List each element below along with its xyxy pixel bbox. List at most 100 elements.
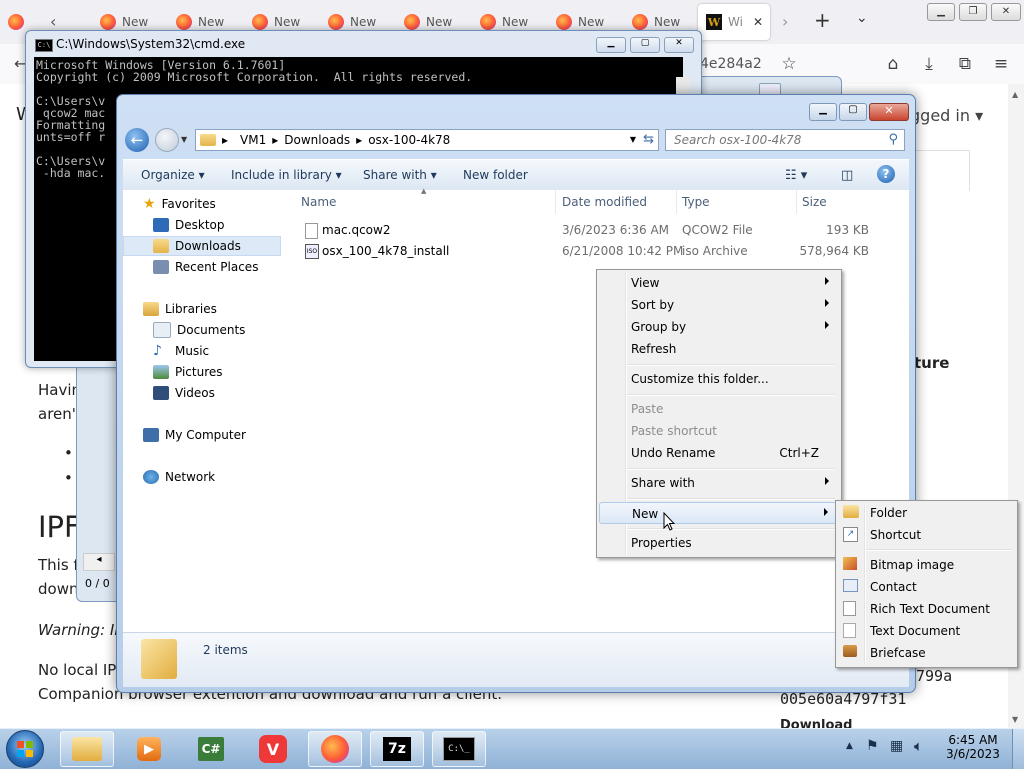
browser-minimize-button[interactable]: ▁ <box>927 3 955 21</box>
address-dropdown-icon[interactable]: ▼ <box>630 135 636 144</box>
taskbar-csharp[interactable]: C# <box>184 731 238 767</box>
taskbar-cmd[interactable]: C:\_ <box>432 731 486 767</box>
menu-item-group-by[interactable]: Group by <box>599 316 837 338</box>
forward-button[interactable] <box>155 128 179 152</box>
browser-restore-button[interactable]: ❐ <box>959 3 987 21</box>
column-separator[interactable] <box>676 190 677 214</box>
nav-pictures[interactable]: Pictures <box>123 362 281 382</box>
taskbar-media-player[interactable]: ▶ <box>122 731 176 767</box>
firefox-icon <box>480 14 496 30</box>
file-row[interactable]: ISO osx_100_4k78_install 6/21/2008 10:42… <box>283 241 909 261</box>
menu-item-refresh[interactable]: Refresh <box>599 338 837 360</box>
taskbar-vivaldi[interactable]: V <box>246 731 300 767</box>
submenu-item-rich-text[interactable]: Rich Text Document <box>838 598 1013 620</box>
tab-scroll-left-icon[interactable]: ‹ <box>50 12 56 31</box>
submenu-item-bitmap[interactable]: Bitmap image <box>838 554 1013 576</box>
cmd-maximize-button[interactable]: ▢ <box>630 37 660 53</box>
column-header-size[interactable]: Size <box>802 195 827 209</box>
submenu-item-shortcut[interactable]: ↗ Shortcut <box>838 524 1013 546</box>
explorer-minimize-button[interactable]: ▁ <box>809 103 837 121</box>
explorer-maximize-button[interactable]: ▢ <box>839 103 867 121</box>
scroll-left-icon[interactable]: ◂ <box>83 553 115 571</box>
bookmark-star-icon[interactable]: ☆ <box>778 54 800 74</box>
taskbar-7zip[interactable]: 7z <box>370 731 424 767</box>
file-icon <box>305 223 318 239</box>
column-header-name[interactable]: Name <box>301 195 336 209</box>
breadcrumb-current-folder[interactable]: osx-100-4k78 <box>362 133 456 147</box>
start-button[interactable] <box>6 730 44 768</box>
close-tab-icon[interactable]: ✕ <box>753 15 763 29</box>
cmd-close-button[interactable]: ✕ <box>664 37 694 53</box>
preview-pane-icon[interactable]: ◫ <box>841 168 853 183</box>
extensions-icon[interactable]: ⧉ <box>954 54 976 74</box>
nav-documents[interactable]: Documents <box>123 320 281 340</box>
nav-downloads[interactable]: Downloads <box>123 236 281 256</box>
firefox-icon <box>100 14 116 30</box>
menu-item-properties[interactable]: Properties <box>599 532 837 554</box>
browser-close-button[interactable]: ✕ <box>991 3 1021 21</box>
nav-videos[interactable]: Videos <box>123 383 281 403</box>
cmd-minimize-button[interactable]: ▁ <box>596 37 626 53</box>
submenu-arrow-icon <box>825 477 829 485</box>
recent-pages-chevron-icon[interactable]: ▼ <box>181 135 187 144</box>
context-menu: View Sort by Group by Refresh Customize … <box>596 269 842 558</box>
refresh-icon[interactable]: ⇆ <box>643 132 654 147</box>
column-header-date[interactable]: Date modified <box>562 195 647 209</box>
view-options-icon[interactable]: ☷ ▾ <box>785 168 807 183</box>
file-date: 6/21/2008 10:42 PM <box>562 244 684 258</box>
submenu-item-text-document[interactable]: Text Document <box>838 620 1013 642</box>
submenu-item-folder[interactable]: Folder <box>838 502 1013 524</box>
taskbar-explorer[interactable] <box>60 731 114 767</box>
submenu-item-briefcase[interactable]: Briefcase <box>838 642 1013 664</box>
menu-item-new[interactable]: New <box>599 502 837 524</box>
tab-scroll-right-icon[interactable]: › <box>782 12 788 31</box>
search-icon[interactable]: ⚲ <box>888 132 898 147</box>
menu-item-undo-rename[interactable]: Undo Rename Ctrl+Z <box>599 442 837 464</box>
column-separator[interactable] <box>555 190 556 214</box>
breadcrumb-vm1[interactable]: VM1 <box>234 133 272 147</box>
volume-icon[interactable]: 🔈︎ <box>914 737 923 755</box>
menu-item-share-with[interactable]: Share with <box>599 472 837 494</box>
include-in-library-button[interactable]: Include in library ▾ <box>231 168 342 182</box>
column-header-type[interactable]: Type <box>682 195 710 209</box>
taskbar-firefox[interactable] <box>308 731 362 767</box>
back-button[interactable]: ← <box>125 128 149 152</box>
pocket-icon[interactable]: ⌂ <box>882 54 904 74</box>
login-status[interactable]: gged in ▾ <box>910 106 983 125</box>
nav-recent-places[interactable]: Recent Places <box>123 257 281 277</box>
clock[interactable]: 6:45 AM 3/6/2023 <box>944 733 1002 761</box>
new-folder-button[interactable]: New folder <box>463 168 528 182</box>
show-hidden-icons-icon[interactable]: ▲ <box>846 741 853 751</box>
tab-list-icon[interactable]: ⌄ <box>856 10 868 26</box>
nav-libraries[interactable]: Libraries <box>123 299 281 319</box>
browser-active-tab[interactable]: W Wi ✕ <box>698 4 770 40</box>
nav-network[interactable]: Network <box>123 467 281 487</box>
nav-my-computer[interactable]: My Computer <box>123 425 281 445</box>
search-input[interactable]: Search osx-100-4k78 ⚲ <box>665 129 905 151</box>
help-icon[interactable]: ? <box>877 165 895 183</box>
explorer-close-button[interactable]: ✕ <box>869 103 909 121</box>
share-with-button[interactable]: Share with ▾ <box>363 168 437 182</box>
organize-button[interactable]: Organize ▾ <box>141 168 205 182</box>
menu-item-view[interactable]: View <box>599 272 837 294</box>
show-desktop-button[interactable] <box>1012 729 1024 769</box>
menu-icon[interactable]: ≡ <box>990 54 1012 74</box>
network-tray-icon[interactable]: ▦ <box>890 738 903 754</box>
menu-item-sort-by[interactable]: Sort by <box>599 294 837 316</box>
nav-favorites[interactable]: ★ Favorites <box>123 194 281 214</box>
console-line: Copyright (c) 2009 Microsoft Corporation… <box>36 70 473 84</box>
recent-places-icon <box>153 260 169 274</box>
nav-music[interactable]: ♪ Music <box>123 341 281 361</box>
action-center-flag-icon[interactable]: ⚑ <box>866 738 879 754</box>
menu-item-customize-folder[interactable]: Customize this folder... <box>599 368 837 390</box>
submenu-item-contact[interactable]: Contact <box>838 576 1013 598</box>
column-separator[interactable] <box>796 190 797 214</box>
clock-date: 3/6/2023 <box>946 747 1000 761</box>
text-document-icon <box>843 623 856 638</box>
new-tab-icon[interactable]: + <box>814 8 831 32</box>
address-bar[interactable]: ▸ VM1 ▸ Downloads ▸ osx-100-4k78 ▼ ⇆ <box>195 129 659 151</box>
file-row[interactable]: mac.qcow2 3/6/2023 6:36 AM QCOW2 File 19… <box>283 220 909 240</box>
download-icon[interactable]: ⤓ <box>918 54 940 74</box>
nav-desktop[interactable]: Desktop <box>123 215 281 235</box>
breadcrumb-downloads[interactable]: Downloads <box>278 133 356 147</box>
